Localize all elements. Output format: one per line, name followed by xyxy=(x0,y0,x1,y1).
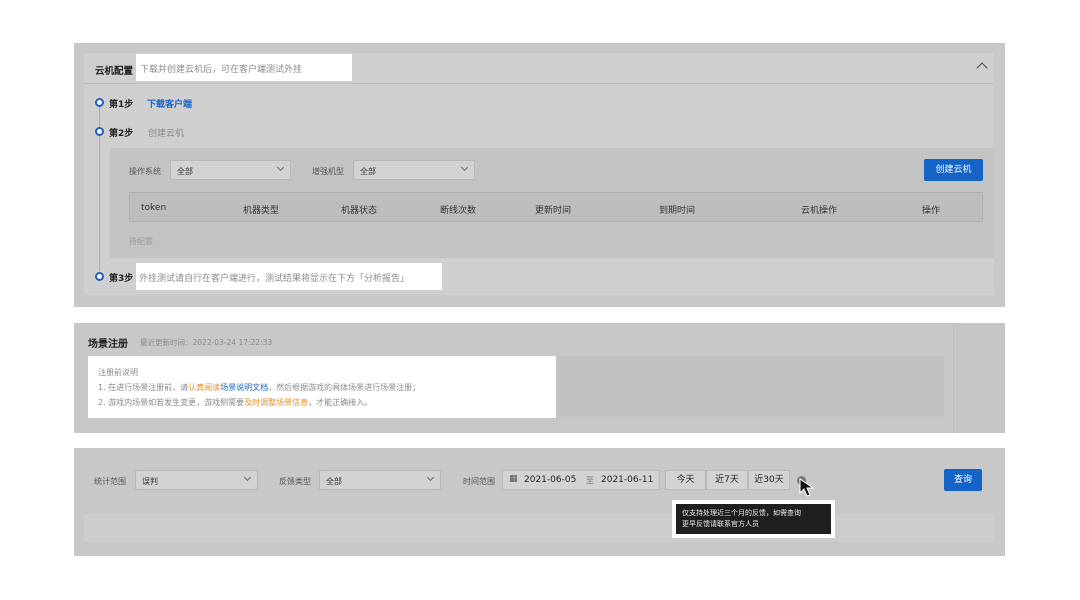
chevron-down-icon xyxy=(276,163,285,172)
step3-label: 第3步 xyxy=(109,274,134,284)
feedback-type-label: 反馈类型 xyxy=(279,477,311,486)
step3-text: 外挂测试请自行在客户端进行，测试结果将显示在下方「分析报告」 xyxy=(139,274,410,284)
quick-30days-button[interactable]: 近30天 xyxy=(748,470,790,490)
enhanced-select-value: 全部 xyxy=(360,167,376,176)
date-range-picker[interactable]: ▦ 2021-06-05 至 2021-06-11 xyxy=(502,470,660,490)
enhanced-select[interactable]: 全部 xyxy=(353,160,475,180)
step1-label: 第1步 xyxy=(109,100,134,110)
chevron-down-icon xyxy=(243,473,252,482)
calendar-icon: ▦ xyxy=(509,474,518,484)
chevron-down-icon xyxy=(460,163,469,172)
step2-dot-icon xyxy=(95,127,104,136)
cloud-config-title: 云机配置 xyxy=(95,66,134,77)
th-disconnect-count: 断线次数 xyxy=(440,206,477,216)
tooltip-line-2: 更早反馈请联系官方人员 xyxy=(682,520,759,528)
date-separator: 至 xyxy=(586,476,594,485)
th-token: token xyxy=(141,203,167,213)
step3-dot-icon xyxy=(95,272,104,281)
scene-register-title: 场景注册 xyxy=(88,339,128,350)
th-machine-type: 机器类型 xyxy=(243,206,280,216)
step2-label: 第2步 xyxy=(109,129,134,139)
create-cloud-button[interactable]: 创建云机 xyxy=(924,159,983,181)
quick-today-button[interactable]: 今天 xyxy=(665,470,706,490)
cloud-table-header: token 机器类型 机器状态 断线次数 更新时间 到期时间 云机操作 操作 xyxy=(129,192,983,222)
collapse-chevron-icon[interactable] xyxy=(976,62,988,74)
notice-line-2: 2. 游戏内场景如若发生变更，游戏侧需要及时调整场景信息，才能正确接入。 xyxy=(98,398,373,407)
empty-status-text: 待配置 xyxy=(129,237,153,246)
date-limit-tooltip: 仅支持处理近三个月的反馈，如需查询 更早反馈请联系官方人员 xyxy=(676,504,831,534)
quick-7days-button[interactable]: 近7天 xyxy=(706,470,748,490)
notice-line-1: 1. 在进行场景注册前，请认真阅读场景说明文档，然后根据游戏的具体场景进行场景注… xyxy=(98,383,421,392)
feedback-type-select[interactable]: 全部 xyxy=(319,470,441,490)
range-select-value: 误判 xyxy=(142,477,158,486)
subtitle-highlight: 下载并创建云机后，可在客户端测试外挂 xyxy=(136,54,352,81)
step3-highlight: 外挂测试请自行在客户端进行，测试结果将显示在下方「分析报告」 xyxy=(136,263,442,290)
enhanced-filter-label: 增强机型 xyxy=(312,167,344,176)
th-update-time: 更新时间 xyxy=(535,206,572,216)
stats-filter-panel: 统计范围 误判 反馈类型 全部 时间范围 ▦ 2021-06-05 至 2021… xyxy=(74,448,1005,556)
date-start: 2021-06-05 xyxy=(524,475,577,485)
feedback-type-value: 全部 xyxy=(326,477,342,486)
date-end: 2021-06-11 xyxy=(601,475,654,485)
scene-notice-box: 注册前说明 1. 在进行场景注册前，请认真阅读场景说明文档，然后根据游戏的具体场… xyxy=(88,356,556,418)
th-machine-status: 机器状态 xyxy=(341,206,378,216)
scene-doc-link[interactable]: 场景说明文档 xyxy=(220,383,268,392)
os-select-value: 全部 xyxy=(177,167,193,176)
tooltip-highlight: 仅支持处理近三个月的反馈，如需查询 更早反馈请联系官方人员 xyxy=(672,500,835,538)
th-cloud-ops: 云机操作 xyxy=(801,206,838,216)
os-filter-label: 操作系统 xyxy=(129,167,161,176)
cloud-config-card: 云机配置 第1步 下载客户端 第2步 创建云机 操作系统 全部 增强机型 全部 … xyxy=(84,53,994,295)
step2-text: 创建云机 xyxy=(148,129,185,139)
create-cloud-section: 操作系统 全部 增强机型 全部 创建云机 token 机器类型 机器状态 断线次… xyxy=(110,148,994,258)
tooltip-line-1: 仅支持处理近三个月的反馈，如需查询 xyxy=(682,509,801,517)
last-update-time: 最近更新时间：2022-03-24 17:22:33 xyxy=(140,338,273,347)
time-range-label: 时间范围 xyxy=(463,477,495,486)
th-actions: 操作 xyxy=(922,206,941,216)
mouse-cursor-icon xyxy=(799,478,815,497)
notice-title: 注册前说明 xyxy=(98,368,138,377)
download-client-link[interactable]: 下载客户端 xyxy=(147,97,192,110)
chevron-down-icon xyxy=(426,473,435,482)
range-select[interactable]: 误判 xyxy=(135,470,258,490)
th-expire-time: 到期时间 xyxy=(659,206,696,216)
os-select[interactable]: 全部 xyxy=(170,160,291,180)
scene-side-strip xyxy=(953,323,1005,433)
range-label: 统计范围 xyxy=(94,477,126,486)
query-button[interactable]: 查询 xyxy=(944,469,982,491)
cloud-config-subtitle: 下载并创建云机后，可在客户端测试外挂 xyxy=(140,65,303,75)
stats-result-area xyxy=(84,514,994,542)
step1-dot-icon xyxy=(95,98,104,107)
